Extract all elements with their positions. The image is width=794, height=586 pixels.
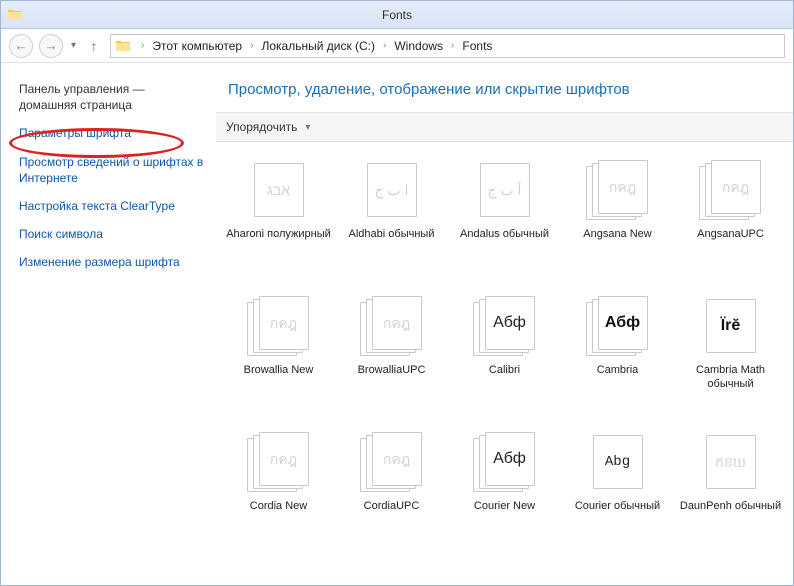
font-sample: Абф: [493, 315, 526, 331]
title-bar: Fonts: [1, 1, 793, 29]
font-sample: Їrĕ: [721, 318, 741, 334]
content-area: Панель управления — домашняя страница Па…: [1, 63, 793, 585]
font-icon: Абф: [473, 296, 537, 356]
font-icon: Абф: [473, 432, 537, 492]
font-icon: กคฎ: [360, 432, 424, 492]
font-tile[interactable]: ا ب ج Aldhabi обычный: [337, 156, 446, 286]
font-tile[interactable]: กคฎ CordiaUPC: [337, 428, 446, 558]
font-sample: ا ب ج: [375, 183, 409, 197]
sidebar-link-font-settings[interactable]: Параметры шрифта: [19, 125, 204, 141]
up-button[interactable]: ↑: [84, 36, 104, 56]
arrange-button[interactable]: Упорядочить: [226, 120, 299, 134]
font-tile[interactable]: กคฎ AngsanaUPC: [676, 156, 785, 286]
font-icon: กคฎ: [360, 296, 424, 356]
chevron-right-icon: ›: [447, 40, 458, 51]
main-panel: Просмотр, удаление, отображение или скры…: [216, 63, 793, 585]
folder-icon: [7, 7, 23, 23]
font-icon: أ ب ج: [473, 160, 537, 220]
font-sample: กคฎ: [270, 452, 297, 466]
font-sample: Abg: [605, 455, 630, 469]
nav-bar: ← → ▾ ↑ › Этот компьютер › Локальный дис…: [1, 29, 793, 63]
breadcrumb-item[interactable]: Локальный диск (C:): [259, 39, 377, 53]
font-sample: กคฎ: [383, 316, 410, 330]
back-button[interactable]: ←: [9, 34, 33, 58]
font-icon: Abg: [586, 432, 650, 492]
font-sample: Абф: [605, 315, 640, 331]
font-tile[interactable]: Абф Courier New: [450, 428, 559, 558]
font-label: DaunPenh обычный: [680, 500, 781, 514]
font-label: Cambria Math обычный: [678, 364, 783, 392]
font-sample: אבג: [267, 183, 290, 197]
font-tile[interactable]: กคฎ Cordia New: [224, 428, 333, 558]
font-label: Browallia New: [244, 364, 314, 378]
sidebar-link-cleartype[interactable]: Настройка текста ClearType: [19, 198, 204, 214]
explorer-window: Fonts ← → ▾ ↑ › Этот компьютер › Локальн…: [0, 0, 794, 586]
font-label: Courier обычный: [575, 500, 660, 514]
command-bar: Упорядочить ▾: [216, 112, 793, 142]
font-sample: កខឃ: [715, 455, 746, 469]
sidebar-link-font-info-online[interactable]: Просмотр сведений о шрифтах в Интернете: [19, 154, 204, 186]
chevron-right-icon: ›: [137, 40, 148, 51]
font-tile[interactable]: กคฎ Browallia New: [224, 292, 333, 422]
window-title: Fonts: [382, 8, 412, 22]
sidebar-link-change-size[interactable]: Изменение размера шрифта: [19, 254, 204, 270]
breadcrumb-item[interactable]: Fonts: [460, 39, 494, 53]
sidebar: Панель управления — домашняя страница Па…: [1, 63, 216, 585]
font-icon: אבג: [247, 160, 311, 220]
font-label: Aldhabi обычный: [349, 228, 435, 242]
font-tile[interactable]: Їrĕ Cambria Math обычный: [676, 292, 785, 422]
font-label: Cambria: [597, 364, 639, 378]
font-grid: אבג Aharoni полужирный ا ب ج Aldhabi обычны…: [216, 142, 793, 585]
chevron-right-icon: ›: [379, 40, 390, 51]
history-dropdown[interactable]: ▾: [69, 40, 78, 51]
font-icon: Їrĕ: [699, 296, 763, 356]
font-tile[interactable]: กคฎ BrowalliaUPC: [337, 292, 446, 422]
font-icon: ا ب ج: [360, 160, 424, 220]
sidebar-link-control-panel[interactable]: Панель управления — домашняя страница: [19, 81, 204, 113]
font-sample: กคฎ: [609, 180, 636, 194]
font-label: BrowalliaUPC: [358, 364, 426, 378]
chevron-down-icon[interactable]: ▾: [303, 122, 312, 133]
font-icon: กคฎ: [247, 296, 311, 356]
font-label: Courier New: [474, 500, 535, 514]
font-icon: กคฎ: [699, 160, 763, 220]
font-sample: กคฎ: [383, 452, 410, 466]
page-header: Просмотр, удаление, отображение или скры…: [216, 63, 793, 112]
font-tile[interactable]: Абф Cambria: [563, 292, 672, 422]
font-label: AngsanaUPC: [697, 228, 764, 242]
font-label: Aharoni полужирный: [226, 228, 331, 242]
folder-icon: [115, 38, 131, 54]
font-label: Andalus обычный: [460, 228, 549, 242]
font-icon: กคฎ: [247, 432, 311, 492]
font-icon: កខឃ: [699, 432, 763, 492]
chevron-right-icon: ›: [246, 40, 257, 51]
font-label: Angsana New: [583, 228, 652, 242]
font-label: Cordia New: [250, 500, 307, 514]
font-tile[interactable]: កខឃ DaunPenh обычный: [676, 428, 785, 558]
font-tile[interactable]: Абф Calibri: [450, 292, 559, 422]
font-icon: กคฎ: [586, 160, 650, 220]
address-bar[interactable]: › Этот компьютер › Локальный диск (C:) ›…: [110, 34, 785, 58]
breadcrumb-item[interactable]: Этот компьютер: [150, 39, 244, 53]
font-icon: Абф: [586, 296, 650, 356]
sidebar-link-find-char[interactable]: Поиск символа: [19, 226, 204, 242]
forward-button[interactable]: →: [39, 34, 63, 58]
font-label: CordiaUPC: [364, 500, 420, 514]
font-tile[interactable]: أ ب ج Andalus обычный: [450, 156, 559, 286]
font-sample: กคฎ: [270, 316, 297, 330]
font-tile[interactable]: กคฎ Angsana New: [563, 156, 672, 286]
font-tile[interactable]: אבג Aharoni полужирный: [224, 156, 333, 286]
font-sample: กคฎ: [722, 180, 749, 194]
font-tile[interactable]: Abg Courier обычный: [563, 428, 672, 558]
font-label: Calibri: [489, 364, 520, 378]
font-sample: أ ب ج: [488, 183, 522, 197]
breadcrumb-item[interactable]: Windows: [392, 39, 445, 53]
font-sample: Абф: [493, 451, 526, 467]
